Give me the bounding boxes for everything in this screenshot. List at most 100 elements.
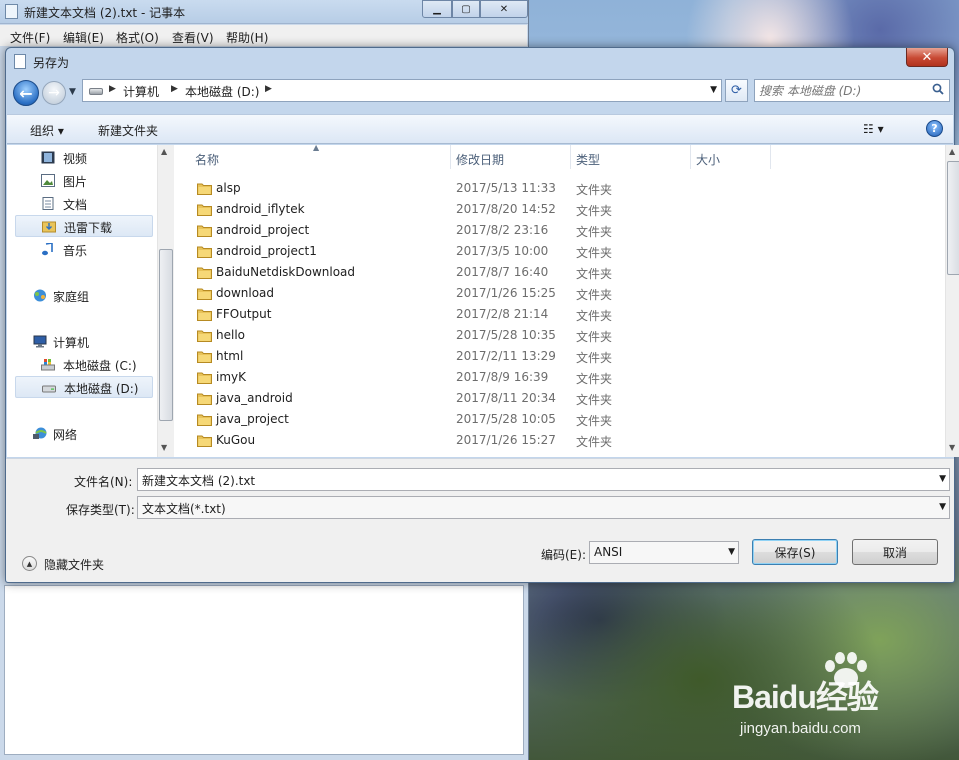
file-row[interactable]: imyK 2017/8/9 16:39 文件夹 [175,367,945,388]
file-type: 文件夹 [576,183,613,197]
change-view-button[interactable]: ☷ ▾ [863,122,884,136]
refresh-button[interactable]: ⟳ [725,79,748,102]
sidebar-item-label: 网络 [53,428,78,442]
folder-icon [197,372,212,384]
folder-icon [197,309,212,321]
file-row[interactable]: BaiduNetdiskDownload 2017/8/7 16:40 文件夹 [175,262,945,283]
notepad-menubar: 文件(F) 编辑(E) 格式(O) 查看(V) 帮助(H) [0,25,527,46]
scroll-thumb[interactable] [159,249,173,421]
computer-icon [33,335,47,348]
file-row[interactable]: alsp 2017/5/13 11:33 文件夹 [175,178,945,199]
encoding-select[interactable]: ANSI ▼ [589,541,739,564]
filetype-select[interactable]: 文本文档(*.txt) ▼ [137,496,950,519]
scroll-up-icon[interactable]: ▲ [161,147,167,156]
sidebar-item-homegroup[interactable]: 家庭组 [15,285,153,307]
sidebar-item-label: 文档 [63,198,88,212]
save-button[interactable]: 保存(S) [752,539,838,565]
download-folder-icon [42,221,56,233]
column-name[interactable]: 名称 [195,151,219,168]
address-dropdown-icon[interactable]: ▼ [710,85,717,95]
breadcrumb-separator-icon[interactable]: ▶ [265,84,272,94]
minimize-button[interactable]: ▁ [422,0,452,18]
scroll-up-icon[interactable]: ▲ [949,147,955,156]
file-list-scrollbar[interactable]: ▲ ▼ [945,145,959,457]
scroll-down-icon[interactable]: ▼ [949,443,955,452]
file-date: 2017/8/11 20:34 [456,391,556,405]
network-icon [33,427,47,439]
file-row[interactable]: FFOutput 2017/2/8 21:14 文件夹 [175,304,945,325]
column-date-modified[interactable]: 修改日期 [456,151,504,168]
hide-folders-label: 隐藏文件夹 [44,558,105,572]
forward-button[interactable]: → [42,81,66,105]
chevron-down-icon[interactable]: ▼ [728,547,735,557]
file-row[interactable]: download 2017/1/26 15:25 文件夹 [175,283,945,304]
scroll-thumb[interactable] [947,161,959,275]
column-size[interactable]: 大小 [696,151,720,168]
folder-icon [197,204,212,216]
folder-icon [197,267,212,279]
sidebar-item-videos[interactable]: 视频 [15,147,153,169]
close-button[interactable]: ✕ [906,48,948,67]
folder-icon [197,435,212,447]
menu-file[interactable]: 文件(F) [10,29,50,46]
scroll-down-icon[interactable]: ▼ [161,443,167,452]
file-row[interactable]: hello 2017/5/28 10:35 文件夹 [175,325,945,346]
file-type: 文件夹 [576,414,613,428]
folder-icon [197,246,212,258]
chevron-up-icon: ▲ [22,556,37,571]
file-row[interactable]: android_iflytek 2017/8/20 14:52 文件夹 [175,199,945,220]
chevron-down-icon[interactable]: ▼ [939,502,946,512]
sidebar-item-network[interactable]: 网络 [15,423,153,445]
menu-help[interactable]: 帮助(H) [226,29,268,46]
cancel-button[interactable]: 取消 [852,539,938,565]
maximize-button[interactable]: ▢ [452,0,480,18]
filename-field[interactable]: 新建文本文档 (2).txt ▼ [137,468,950,491]
encoding-value: ANSI [594,545,623,559]
sidebar-item-label: 本地磁盘 (C:) [63,359,137,373]
file-row[interactable]: java_project 2017/5/28 10:05 文件夹 [175,409,945,430]
file-row[interactable]: KuGou 2017/1/26 15:27 文件夹 [175,430,945,451]
search-box[interactable] [754,79,950,102]
breadcrumb-separator-icon[interactable]: ▶ [171,84,178,94]
sidebar-item-drive-d[interactable]: 本地磁盘 (D:) [15,376,153,398]
menu-view[interactable]: 查看(V) [172,29,214,46]
sidebar-scrollbar[interactable]: ▲ ▼ [157,145,174,457]
sidebar-item-label: 迅雷下载 [64,221,113,235]
search-input[interactable] [759,82,925,99]
sidebar-item-music[interactable]: 音乐 [15,239,153,261]
save-as-dialog: 另存为 ✕ ← → ▼ ▶ 计算机 ▶ 本地磁盘 (D:) ▶ ▼ ⟳ 组织 ▾… [5,47,959,583]
address-bar[interactable]: ▶ 计算机 ▶ 本地磁盘 (D:) ▶ ▼ [82,79,722,102]
notepad-close-button[interactable]: ✕ [480,0,528,18]
sidebar-item-documents[interactable]: 文档 [15,193,153,215]
navigation-sidebar: 视频 图片 文档 迅雷下载 音乐 家庭组 计算机 本地磁盘 (C:) 本地磁盘 … [7,145,157,457]
organize-button[interactable]: 组织 ▾ [30,122,64,139]
sidebar-item-label: 视频 [63,152,88,166]
file-row[interactable]: html 2017/2/11 13:29 文件夹 [175,346,945,367]
chevron-down-icon[interactable]: ▼ [939,474,946,484]
folder-icon [197,351,212,363]
folder-icon [197,393,212,405]
file-row[interactable]: android_project 2017/8/2 23:16 文件夹 [175,220,945,241]
sidebar-item-pictures[interactable]: 图片 [15,170,153,192]
file-date: 2017/3/5 10:00 [456,244,549,258]
sidebar-item-computer[interactable]: 计算机 [15,331,153,353]
breadcrumb-separator-icon[interactable]: ▶ [109,84,116,94]
help-icon[interactable]: ? [926,120,943,137]
file-row[interactable]: java_android 2017/8/11 20:34 文件夹 [175,388,945,409]
breadcrumb-computer[interactable]: 计算机 [123,83,159,100]
recent-locations-dropdown[interactable]: ▼ [69,87,76,97]
sidebar-item-xunlei-downloads[interactable]: 迅雷下载 [15,215,153,237]
file-type: 文件夹 [576,309,613,323]
notepad-text-area[interactable] [4,585,524,755]
menu-format[interactable]: 格式(O) [116,29,159,46]
column-type[interactable]: 类型 [576,151,600,168]
file-date: 2017/8/2 23:16 [456,223,549,237]
file-row[interactable]: android_project1 2017/3/5 10:00 文件夹 [175,241,945,262]
sidebar-item-drive-c[interactable]: 本地磁盘 (C:) [15,354,153,376]
back-button[interactable]: ← [13,80,39,106]
menu-edit[interactable]: 编辑(E) [63,29,104,46]
dialog-titlebar: 另存为 ✕ [6,48,954,74]
breadcrumb-drive-d[interactable]: 本地磁盘 (D:) [185,83,259,100]
file-date: 2017/5/28 10:35 [456,328,556,342]
new-folder-button[interactable]: 新建文件夹 [98,122,158,139]
